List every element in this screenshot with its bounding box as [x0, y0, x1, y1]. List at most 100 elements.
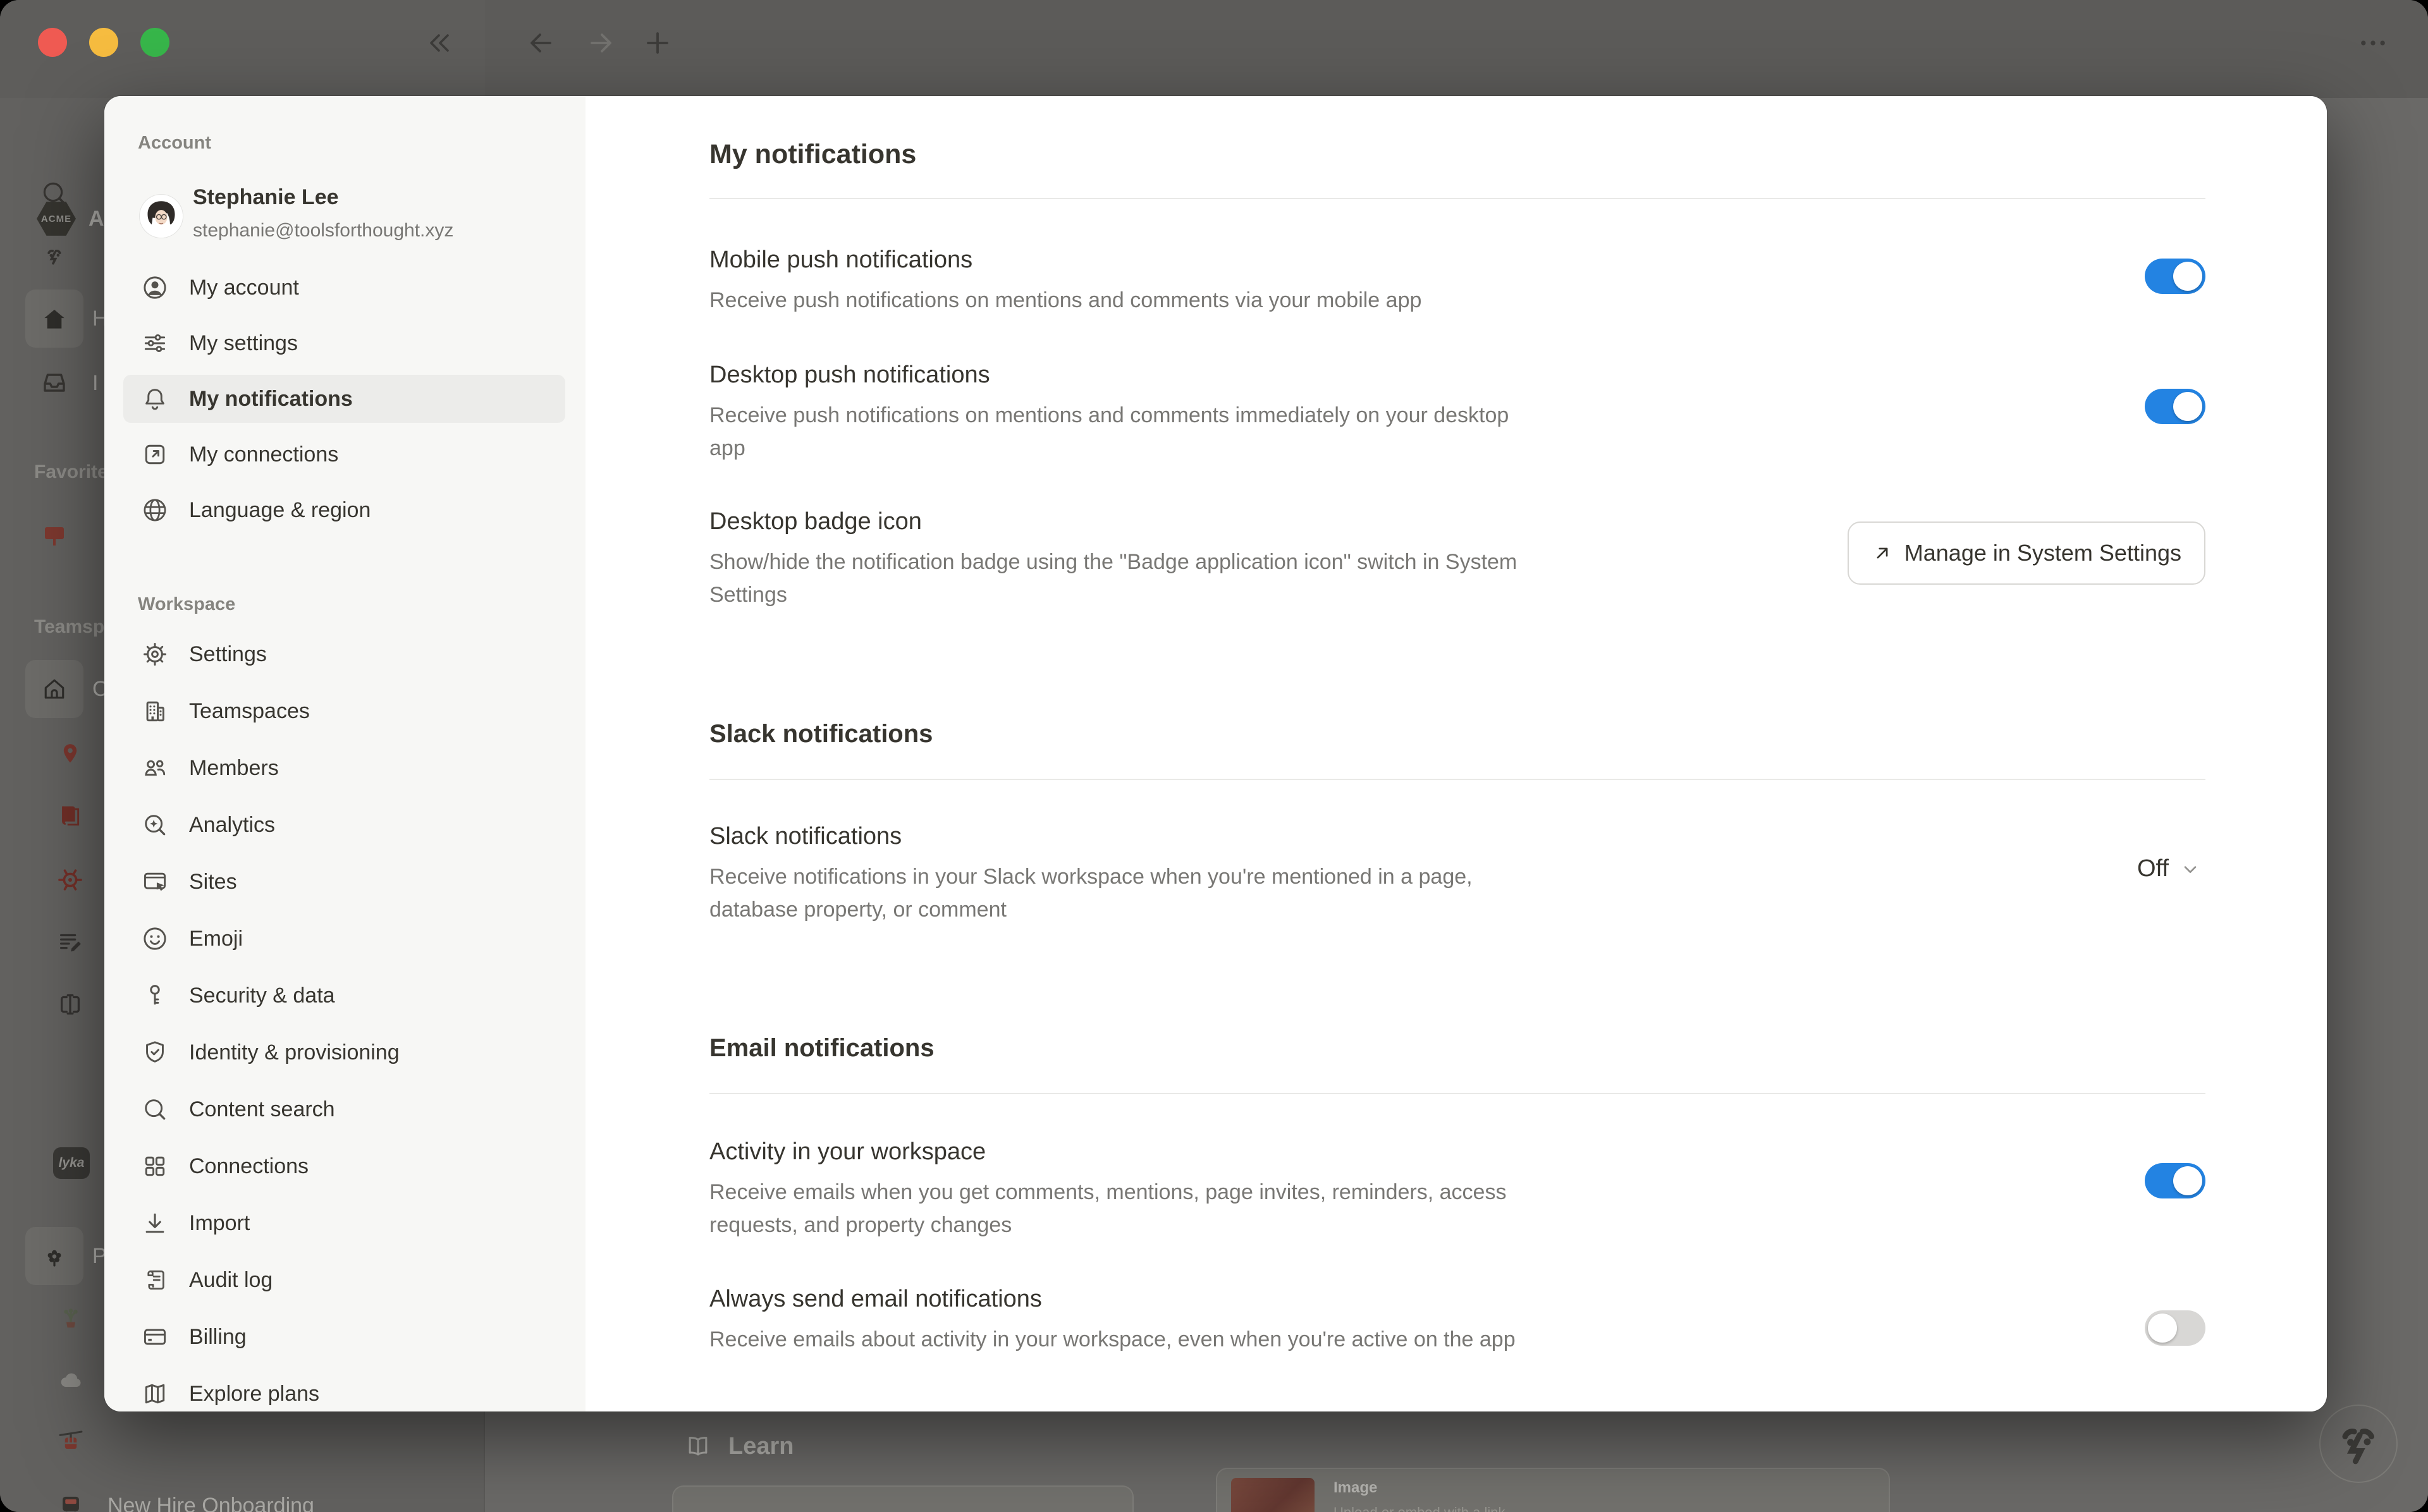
back-icon[interactable]	[526, 28, 556, 58]
learn-card-image: Image Upload or embed with a link	[1216, 1468, 1890, 1512]
sidebar-item-label: My notifications	[189, 387, 353, 412]
globe-icon	[141, 496, 169, 524]
sidebar-item-explore-plans[interactable]: Explore plans	[104, 1365, 586, 1411]
setting-label: Slack notifications	[709, 820, 2205, 853]
setting-description: Receive push notifications on mentions a…	[709, 284, 1784, 317]
sidebar-item-my-notifications[interactable]: My notifications	[104, 371, 586, 427]
button-label: Manage in System Settings	[1904, 540, 2181, 566]
manage-system-settings-button[interactable]: Manage in System Settings	[1848, 521, 2205, 585]
setting-row-activity: Activity in your workspace Receive email…	[709, 1135, 2205, 1241]
sidebar-item-my-account[interactable]: My account	[104, 260, 586, 315]
map-icon	[141, 1380, 169, 1408]
person-circle-icon	[141, 274, 169, 302]
inbox-icon	[39, 367, 70, 398]
sidebar-item-import[interactable]: Import	[104, 1195, 586, 1252]
setting-description: Receive notifications in your Slack work…	[709, 860, 1531, 926]
sidebar-item-members[interactable]: Members	[104, 740, 586, 796]
workspace-name: A	[89, 207, 104, 231]
sidebar-item-label: Settings	[189, 642, 267, 667]
search-icon	[39, 178, 70, 209]
desktop-push-toggle[interactable]	[2145, 389, 2205, 424]
memo-pencil-icon	[56, 928, 85, 957]
sidebar-item-teamspaces[interactable]: Teamspaces	[104, 683, 586, 740]
learn-section: Learn	[684, 1432, 794, 1460]
minimize-window-button[interactable]	[89, 28, 118, 57]
sidebar-item-label: Sites	[189, 870, 237, 894]
new-tab-icon[interactable]	[642, 28, 673, 58]
setting-label: Desktop push notifications	[709, 358, 2205, 391]
setting-description: Show/hide the notification badge using t…	[709, 546, 1582, 611]
sidebar-item-label: Emoji	[189, 927, 243, 951]
card-title: Image	[1334, 1479, 1377, 1497]
train-icon	[55, 1490, 87, 1512]
sidebar-item-my-connections[interactable]: My connections	[104, 427, 586, 482]
workspace-menu: Settings Teamspaces Members Analytics Si…	[104, 626, 586, 1411]
credit-card-icon	[141, 1323, 169, 1351]
workspace-section-label: Workspace	[138, 594, 235, 615]
flower-icon	[39, 1241, 70, 1271]
user-name: Stephanie Lee	[193, 185, 339, 210]
sidebar-item-label: Language & region	[189, 498, 371, 523]
sliders-icon	[141, 329, 169, 357]
sidebar-item-label: My connections	[189, 442, 338, 467]
collapse-sidebar-icon[interactable]	[424, 28, 455, 58]
search-icon	[141, 1095, 169, 1123]
sidebar-item-label: Teamspaces	[189, 699, 310, 724]
setting-label: Activity in your workspace	[709, 1135, 2205, 1168]
email-section-heading: Email notifications	[709, 1030, 935, 1066]
sidebar-item-billing[interactable]: Billing	[104, 1308, 586, 1365]
settings-dialog: Account Stephanie Lee stephanie@toolsfor…	[104, 96, 2327, 1411]
shield-check-icon	[141, 1039, 169, 1066]
learn-card	[672, 1485, 1134, 1512]
sidebar-item-settings[interactable]: Settings	[104, 626, 586, 683]
sidebar-item-content-search[interactable]: Content search	[104, 1081, 586, 1138]
arrow-up-right-square-icon	[141, 441, 169, 468]
activity-emails-toggle[interactable]	[2145, 1163, 2205, 1198]
grid-icon	[141, 1152, 169, 1180]
sidebar-item-label: Explore plans	[189, 1382, 319, 1406]
sidebar-item-audit-log[interactable]: Audit log	[104, 1252, 586, 1308]
avatar	[140, 195, 183, 238]
map-pin-icon	[56, 739, 85, 768]
sidebar-item-analytics[interactable]: Analytics	[104, 796, 586, 853]
user-email: stephanie@toolsforthought.xyz	[193, 220, 453, 241]
cloud-icon	[56, 1365, 86, 1395]
sidebar-item-label: Connections	[189, 1154, 309, 1179]
sidebar-item-label: Identity & provisioning	[189, 1040, 400, 1065]
smiley-icon	[141, 925, 169, 953]
zoom-window-button[interactable]	[140, 28, 169, 57]
setting-description: Receive push notifications on mentions a…	[709, 399, 1531, 465]
browser-cursor-icon	[141, 868, 169, 896]
always-send-emails-toggle[interactable]	[2145, 1310, 2205, 1346]
sidebar-item-connections[interactable]: Connections	[104, 1138, 586, 1195]
people-icon	[141, 754, 169, 782]
account-menu: My account My settings My notifications …	[104, 260, 586, 538]
placard-icon	[39, 520, 70, 551]
forward-icon[interactable]	[586, 28, 616, 58]
close-window-button[interactable]	[38, 28, 67, 57]
potted-plant-icon	[56, 1303, 85, 1332]
more-options-icon[interactable]	[2357, 27, 2389, 59]
sidebar-item-emoji[interactable]: Emoji	[104, 910, 586, 967]
setting-description: Receive emails about activity in your wo…	[709, 1323, 1531, 1356]
sidebar-item-sites[interactable]: Sites	[104, 853, 586, 910]
sidebar-item-label: My settings	[189, 331, 298, 356]
sidebar-item-label: Security & data	[189, 984, 335, 1008]
building-icon	[141, 697, 169, 725]
window-titlebar	[0, 0, 2428, 98]
mobile-push-toggle[interactable]	[2145, 259, 2205, 294]
sidebar-item-language-region[interactable]: Language & region	[104, 482, 586, 538]
ai-help-button[interactable]	[2319, 1405, 2398, 1483]
cable-car-icon	[56, 1427, 86, 1458]
ai-doodle-face-icon	[2319, 1405, 2398, 1483]
sidebar-item-security-data[interactable]: Security & data	[104, 967, 586, 1024]
setting-description: Receive emails when you get comments, me…	[709, 1176, 1544, 1241]
red-book-icon	[56, 801, 85, 830]
setting-label: Mobile push notifications	[709, 243, 2205, 276]
download-icon	[141, 1209, 169, 1237]
slack-notifications-select[interactable]: Off	[2137, 855, 2200, 882]
home-icon	[40, 305, 69, 334]
sidebar-item-my-settings[interactable]: My settings	[104, 315, 586, 371]
book-compare-icon	[56, 990, 85, 1019]
sidebar-item-identity-provisioning[interactable]: Identity & provisioning	[104, 1024, 586, 1081]
